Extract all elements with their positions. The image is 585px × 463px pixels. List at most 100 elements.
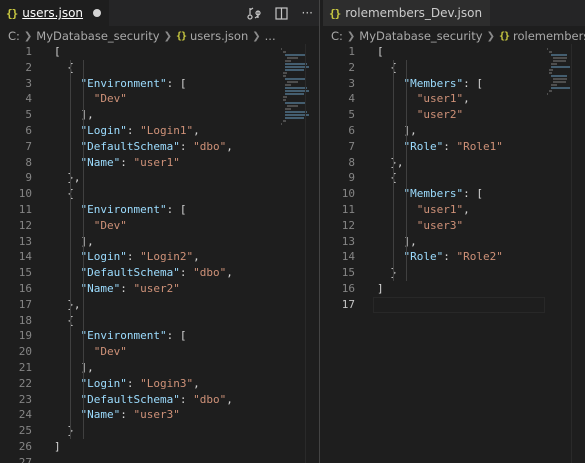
code-content[interactable]: [ { "Environment": [ "Dev" ], "Login": "…: [54, 44, 279, 463]
code-line[interactable]: "user1",: [377, 91, 545, 107]
json-punctuation: [54, 345, 94, 358]
code-editor[interactable]: 1 2 3 4 5 6 7 8 9 10 11 12 13 14 15 16 17 [ { "Members":…: [323, 44, 585, 463]
code-line[interactable]: ],: [54, 107, 279, 123]
json-punctuation: [54, 377, 81, 390]
line-number: 4: [25, 92, 32, 106]
code-line[interactable]: {: [377, 60, 545, 76]
code-line[interactable]: ]: [377, 281, 545, 297]
code-line[interactable]: "Role": "Role2": [377, 249, 545, 265]
chevron-right-icon: ❯: [346, 30, 356, 42]
code-line[interactable]: "Login": "Login3",: [54, 376, 279, 392]
code-line[interactable]: "Dev": [54, 218, 279, 234]
minimap-line: [285, 102, 305, 104]
line-number: 11: [18, 202, 32, 216]
code-content[interactable]: [ { "Members": [ "user1", "user2" ], "Ro…: [377, 44, 545, 313]
vertical-scrollbar[interactable]: [571, 44, 585, 463]
line-number: 7: [25, 139, 32, 153]
code-line[interactable]: "Login": "Login2",: [54, 249, 279, 265]
json-punctuation: ,: [193, 376, 200, 390]
code-line[interactable]: },: [54, 297, 279, 313]
code-line[interactable]: "Name": "user2": [54, 281, 279, 297]
json-punctuation: [377, 77, 404, 90]
code-line[interactable]: "Login": "Login1",: [54, 123, 279, 139]
split-editor-icon[interactable]: [274, 6, 288, 20]
code-line[interactable]: {: [54, 313, 279, 329]
json-punctuation: [: [377, 45, 384, 58]
json-key: "Environment": [80, 76, 167, 90]
code-line[interactable]: "Dev": [54, 91, 279, 107]
line-number: 3: [25, 76, 32, 90]
line-number: 25: [18, 424, 32, 438]
tab-users-json[interactable]: {} users.json: [0, 0, 110, 26]
code-line[interactable]: ],: [54, 234, 279, 250]
code-line[interactable]: [54, 455, 279, 463]
json-string: "Login2": [140, 250, 194, 264]
minimap-line: [549, 51, 552, 53]
code-line[interactable]: },: [54, 170, 279, 186]
code-line[interactable]: [377, 297, 545, 313]
code-line[interactable]: [: [377, 44, 545, 60]
editor-group-left: {} users.json ··· C: ❯ MyDatabase_securi…: [0, 0, 319, 463]
code-line[interactable]: "user3": [377, 218, 545, 234]
code-line[interactable]: "DefaultSchema": "dbo",: [54, 265, 279, 281]
code-line[interactable]: ]: [54, 439, 279, 455]
breadcrumb-drive[interactable]: C:: [8, 29, 20, 43]
json-punctuation: ,: [463, 92, 470, 106]
breadcrumb-folder[interactable]: MyDatabase_security: [359, 29, 482, 43]
minimap[interactable]: [547, 48, 571, 95]
code-line[interactable]: "Name": "user1": [54, 155, 279, 171]
code-line[interactable]: "Members": [: [377, 186, 545, 202]
tab-rolemembers-json[interactable]: {} rolemembers_Dev.json: [323, 0, 491, 26]
code-line[interactable]: }: [54, 423, 279, 439]
code-line[interactable]: "Dev": [54, 344, 279, 360]
compare-changes-icon[interactable]: [246, 6, 261, 20]
more-actions-icon[interactable]: ···: [302, 6, 313, 20]
code-line[interactable]: [: [54, 44, 279, 60]
code-line[interactable]: "Members": [: [377, 76, 545, 92]
code-line[interactable]: ],: [54, 360, 279, 376]
breadcrumb-file[interactable]: rolemembers_Dev.js: [513, 29, 585, 43]
json-punctuation: :: [443, 250, 457, 264]
code-line[interactable]: "Environment": [: [54, 328, 279, 344]
code-line[interactable]: }: [377, 265, 545, 281]
minimap-line: [551, 54, 567, 56]
minimap[interactable]: [281, 48, 309, 125]
vertical-scrollbar[interactable]: [305, 44, 319, 463]
line-number: 13: [18, 234, 32, 248]
json-punctuation: [377, 219, 417, 232]
code-line[interactable]: "Environment": [: [54, 202, 279, 218]
code-line[interactable]: {: [377, 170, 545, 186]
line-number: 1: [25, 45, 32, 58]
breadcrumb-symbol[interactable]: ...: [265, 29, 276, 43]
code-line[interactable]: },: [377, 155, 545, 171]
json-string: "Dev": [93, 345, 127, 359]
code-line[interactable]: {: [54, 60, 279, 76]
code-line[interactable]: "user1",: [377, 202, 545, 218]
code-line[interactable]: ],: [377, 123, 545, 139]
code-line[interactable]: "Role": "Role1": [377, 139, 545, 155]
code-line[interactable]: "user2": [377, 107, 545, 123]
code-editor[interactable]: 1 2 3 4 5 6 7 8 9 10 11 12 13 14 15 16 17 18 19 20 21 22 23 24 2…: [0, 44, 319, 463]
breadcrumb-folder[interactable]: MyDatabase_security: [36, 29, 159, 43]
code-line[interactable]: {: [54, 186, 279, 202]
json-key: "DefaultSchema": [80, 139, 180, 153]
line-number: 1: [348, 45, 355, 58]
code-line[interactable]: ],: [377, 234, 545, 250]
json-punctuation: [54, 282, 81, 295]
code-line[interactable]: "DefaultSchema": "dbo",: [54, 392, 279, 408]
line-number: 16: [341, 281, 355, 295]
json-punctuation: :: [126, 250, 141, 264]
indent-guide: [70, 59, 72, 439]
breadcrumb-file[interactable]: users.json: [190, 29, 248, 43]
minimap-line: [285, 60, 291, 62]
code-line[interactable]: "Name": "user3": [54, 407, 279, 423]
json-punctuation: ,: [226, 266, 233, 280]
line-number: 13: [341, 234, 355, 248]
breadcrumb-drive[interactable]: C:: [331, 29, 343, 43]
json-file-icon: {}: [498, 30, 510, 42]
unsaved-dot-icon[interactable]: [93, 9, 102, 17]
code-line[interactable]: "Environment": [: [54, 76, 279, 92]
line-number: 6: [25, 123, 32, 137]
json-punctuation: ,: [226, 392, 233, 406]
code-line[interactable]: "DefaultSchema": "dbo",: [54, 139, 279, 155]
